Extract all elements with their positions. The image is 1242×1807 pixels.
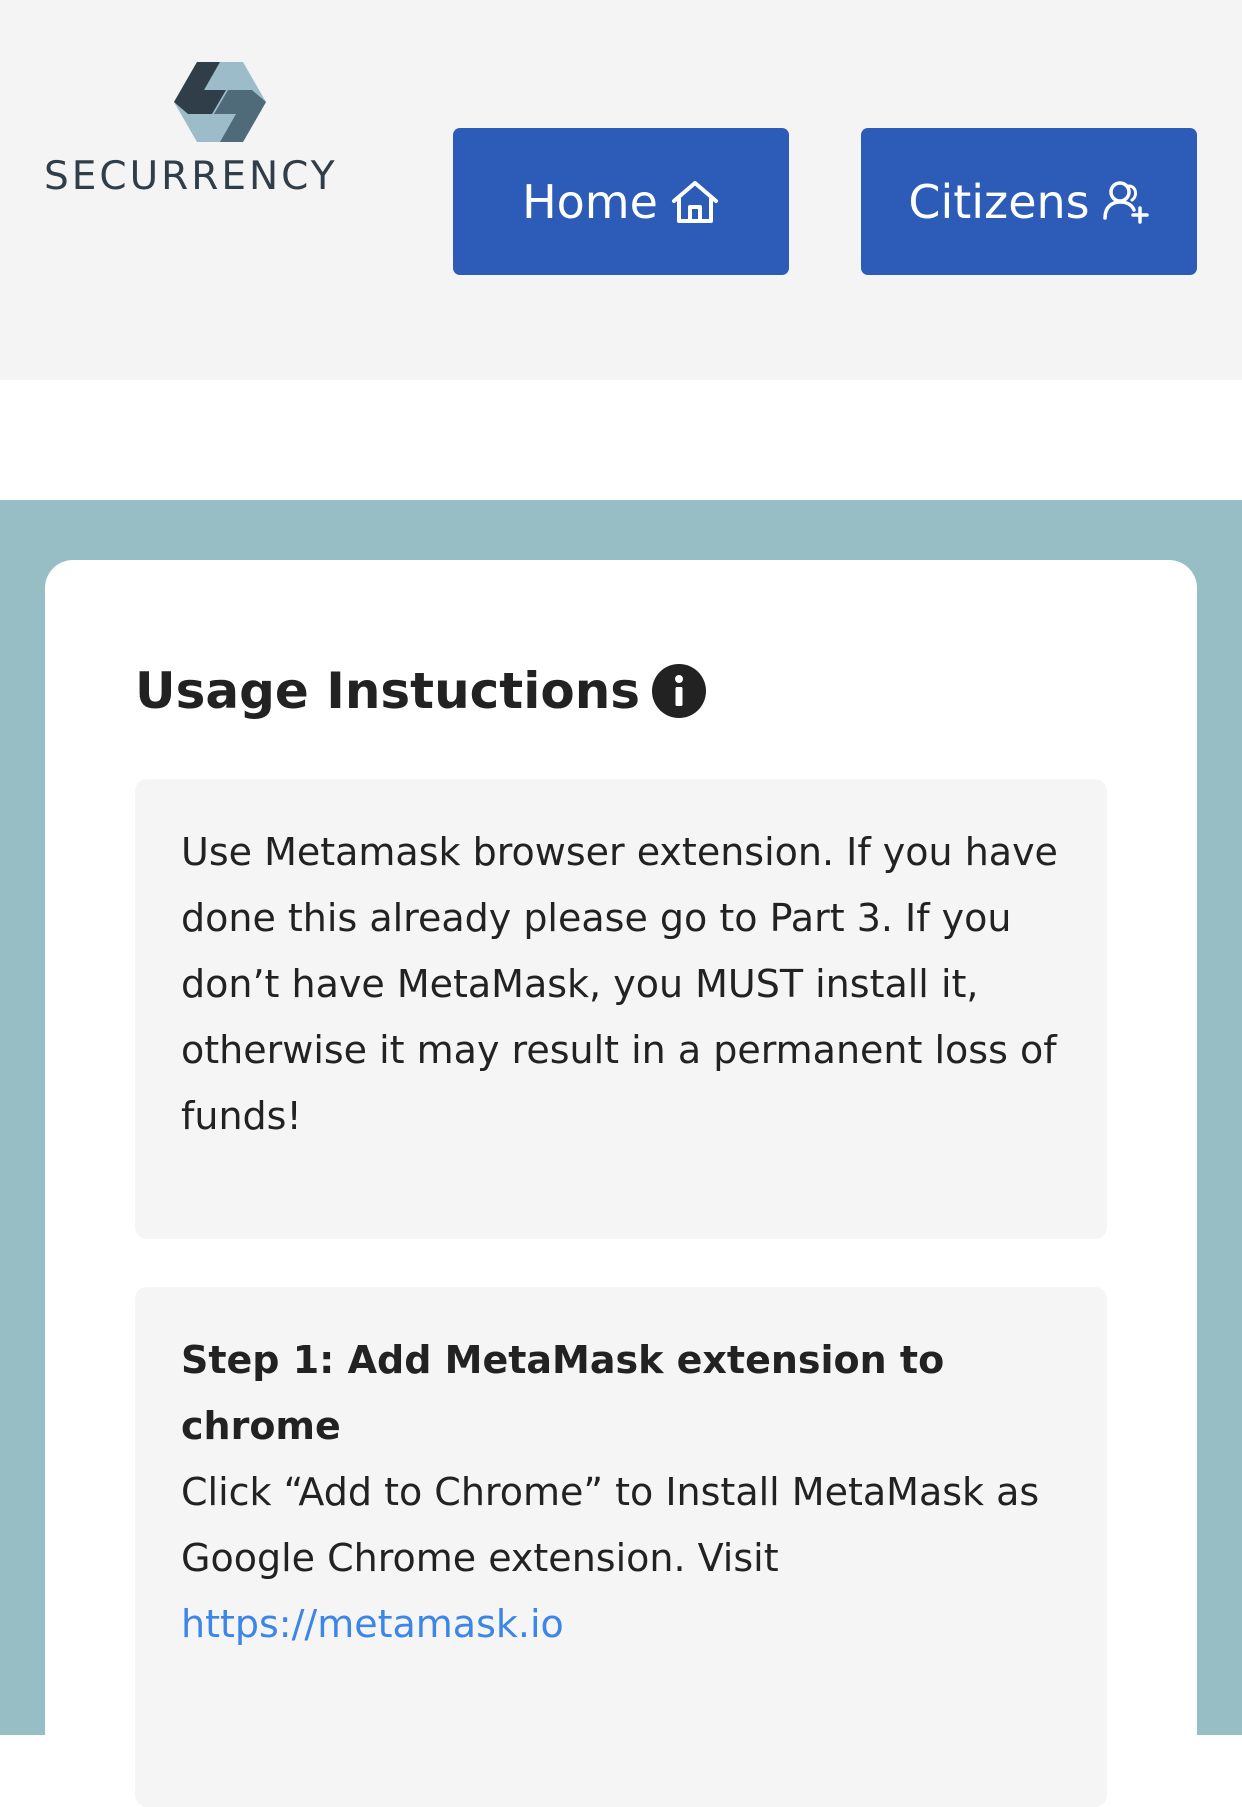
instructions-title: Usage Instuctions — [135, 662, 641, 720]
info-icon[interactable] — [652, 664, 707, 718]
home-icon — [671, 180, 718, 223]
citizens-button[interactable]: Citizens — [861, 128, 1197, 275]
home-button-label: Home — [522, 174, 658, 229]
instructions-title-row: Usage Instuctions — [135, 662, 707, 720]
step-1-body: Click “Add to Chrome” to Install MetaMas… — [181, 1470, 1040, 1580]
logo-mark-icon — [174, 62, 266, 142]
home-button[interactable]: Home — [453, 128, 789, 275]
securrency-logo[interactable]: SECURRENCY — [44, 62, 394, 202]
step-1-panel: Step 1: Add MetaMask extension to chrome… — [135, 1287, 1107, 1807]
step-1-title: Step 1: Add MetaMask extension to chrome — [181, 1338, 945, 1448]
logo-wordmark: SECURRENCY — [44, 154, 338, 199]
metamask-link[interactable]: https://metamask.io — [181, 1602, 564, 1646]
add-user-icon — [1102, 180, 1149, 224]
intro-text: Use Metamask browser extension. If you h… — [181, 830, 1058, 1138]
header: SECURRENCY Home Citizens — [0, 0, 1242, 380]
instructions-card: Usage Instuctions Use Metamask browser e… — [45, 560, 1197, 1807]
citizens-button-label: Citizens — [908, 174, 1090, 229]
intro-panel: Use Metamask browser extension. If you h… — [135, 779, 1107, 1239]
